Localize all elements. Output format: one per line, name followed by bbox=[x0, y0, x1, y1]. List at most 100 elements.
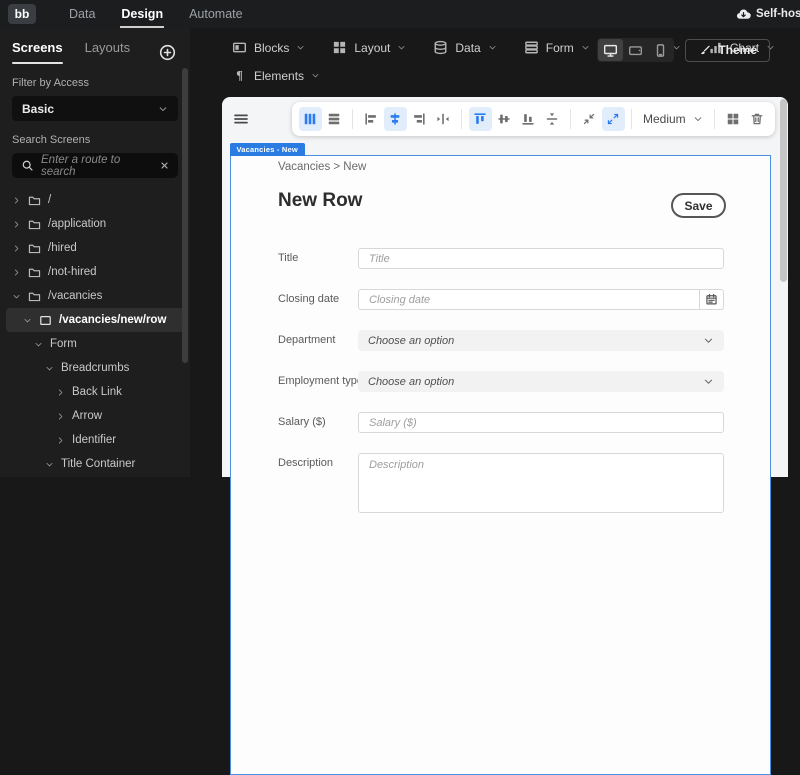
breadcrumb[interactable]: Vacancies > New bbox=[278, 161, 366, 173]
chevron-down-icon[interactable] bbox=[12, 292, 21, 301]
toolbar-align-middle-button[interactable] bbox=[493, 107, 516, 131]
distribute-v-icon bbox=[545, 112, 559, 126]
field-label: Salary ($) bbox=[278, 412, 326, 433]
tree-item-title-container[interactable]: Title Container bbox=[0, 452, 190, 476]
toolbar-align-bottom-button[interactable] bbox=[517, 107, 540, 131]
toolbar-separator bbox=[631, 109, 632, 129]
align-left-icon bbox=[364, 112, 378, 126]
tree-item--not-hired[interactable]: /not-hired bbox=[0, 260, 190, 284]
cloud-download-icon bbox=[736, 7, 751, 22]
chevron-right-icon[interactable] bbox=[12, 196, 21, 205]
menu-form[interactable]: Form bbox=[524, 40, 590, 55]
form-icon bbox=[524, 40, 539, 55]
self-host-button[interactable]: Self-host B bbox=[736, 0, 800, 28]
tree-item-back-link[interactable]: Back Link bbox=[0, 380, 190, 404]
add-screen-button[interactable] bbox=[159, 44, 176, 61]
hamburger-menu-icon[interactable] bbox=[233, 111, 249, 127]
chevron-down-icon bbox=[703, 335, 714, 346]
toolbar-align-center-h-button[interactable] bbox=[384, 107, 407, 131]
screens-sidebar: Screens Layouts Filter by Access Basic S… bbox=[0, 28, 190, 477]
device-mobile-button[interactable] bbox=[648, 39, 673, 61]
sidebar-scrollbar[interactable] bbox=[182, 68, 188, 363]
design-canvas: Medium Vacancies - New Vacancies > New N… bbox=[222, 97, 788, 477]
device-tablet-button[interactable] bbox=[623, 39, 648, 61]
toolbar-separator bbox=[570, 109, 571, 129]
menu-elements[interactable]: ¶Elements bbox=[232, 68, 320, 83]
distribute-h-icon bbox=[436, 112, 450, 126]
top-tab-design[interactable]: Design bbox=[108, 0, 176, 28]
tree-item-arrow[interactable]: Arrow bbox=[0, 404, 190, 428]
toolbar-trash-button[interactable] bbox=[745, 107, 768, 131]
menu-blocks[interactable]: Blocks bbox=[232, 40, 305, 55]
tab-screens[interactable]: Screens bbox=[12, 40, 63, 64]
chevron-right-icon[interactable] bbox=[12, 244, 21, 253]
menu-layout[interactable]: Layout bbox=[332, 40, 406, 55]
chevron-right-icon[interactable] bbox=[56, 388, 65, 397]
tree-item-form[interactable]: Form bbox=[0, 332, 190, 356]
toolbar-align-top-button[interactable] bbox=[469, 107, 492, 131]
page-title: New Row bbox=[278, 190, 362, 212]
tree-item-label: /hired bbox=[48, 242, 77, 254]
toolbar-columns-button[interactable] bbox=[299, 107, 322, 131]
database-icon bbox=[433, 40, 448, 55]
tree-item-label: / bbox=[48, 194, 51, 206]
tree-item-label: /application bbox=[48, 218, 106, 230]
tree-item-breadcrumbs[interactable]: Breadcrumbs bbox=[0, 356, 190, 380]
chevron-right-icon[interactable] bbox=[56, 412, 65, 421]
top-tab-data[interactable]: Data bbox=[56, 0, 108, 28]
tree-item--hired[interactable]: /hired bbox=[0, 236, 190, 260]
toolbar-distribute-v-button[interactable] bbox=[541, 107, 564, 131]
chevron-down-icon[interactable] bbox=[45, 460, 54, 469]
size-value: Medium bbox=[643, 112, 686, 126]
tab-layouts[interactable]: Layouts bbox=[85, 40, 131, 64]
device-desktop-button[interactable] bbox=[598, 39, 623, 61]
access-filter-select[interactable]: Basic bbox=[12, 96, 178, 121]
toolbar-align-left-button[interactable] bbox=[360, 107, 383, 131]
date-input[interactable]: Closing date bbox=[358, 289, 700, 310]
chevron-down-icon[interactable] bbox=[23, 316, 32, 325]
clear-search-icon[interactable] bbox=[160, 161, 169, 170]
align-right-icon bbox=[412, 112, 426, 126]
tree-item--vacancies-new-row[interactable]: /vacancies/new/row bbox=[6, 308, 184, 332]
pilcrow-icon: ¶ bbox=[232, 68, 247, 83]
save-button[interactable]: Save bbox=[671, 193, 726, 218]
toolbar-align-right-button[interactable] bbox=[408, 107, 431, 131]
top-bar: bb DataDesignAutomate Self-host B bbox=[0, 0, 800, 28]
field-label: Employment type bbox=[278, 371, 363, 392]
tree-item--[interactable]: / bbox=[0, 188, 190, 212]
toolbar-rows-button[interactable] bbox=[323, 107, 346, 131]
chevron-down-icon[interactable] bbox=[45, 364, 54, 373]
select-input[interactable]: Choose an option bbox=[358, 330, 724, 351]
component-menu-row2: ¶Elements bbox=[232, 68, 320, 83]
size-dropdown[interactable]: Medium bbox=[638, 112, 708, 126]
textarea-input[interactable]: Description bbox=[358, 453, 724, 513]
chevron-right-icon[interactable] bbox=[56, 436, 65, 445]
text-input[interactable]: Salary ($) bbox=[358, 412, 724, 433]
tree-item--vacancies[interactable]: /vacancies bbox=[0, 284, 190, 308]
chevron-right-icon[interactable] bbox=[12, 220, 21, 229]
align-bottom-icon bbox=[521, 112, 535, 126]
field-control: Closing date bbox=[358, 289, 724, 310]
screen-icon bbox=[39, 314, 52, 327]
calendar-button[interactable] bbox=[700, 289, 724, 310]
tree-item--application[interactable]: /application bbox=[0, 212, 190, 236]
text-input[interactable]: Title bbox=[358, 248, 724, 269]
select-input[interactable]: Choose an option bbox=[358, 371, 724, 392]
toolbar-shrink-button[interactable] bbox=[578, 107, 601, 131]
toolbar-expand-button[interactable] bbox=[602, 107, 625, 131]
align-middle-icon bbox=[497, 112, 511, 126]
toolbar-distribute-h-button[interactable] bbox=[432, 107, 455, 131]
toolbar-grid-squares-button[interactable] bbox=[721, 107, 744, 131]
screen-preview[interactable]: Vacancies - New Vacancies > New New Row … bbox=[230, 155, 771, 775]
tree-item-identifier[interactable]: Identifier bbox=[0, 428, 190, 452]
tree-item-label: Breadcrumbs bbox=[61, 362, 129, 374]
screen-search-input[interactable]: Enter a route to search bbox=[12, 153, 178, 178]
align-center-h-icon bbox=[388, 112, 402, 126]
canvas-scrollbar[interactable] bbox=[780, 99, 787, 282]
chevron-down-icon[interactable] bbox=[34, 340, 43, 349]
chevron-right-icon[interactable] bbox=[12, 268, 21, 277]
top-tab-automate[interactable]: Automate bbox=[176, 0, 256, 28]
theme-button[interactable]: Theme bbox=[685, 39, 770, 62]
budibase-logo[interactable]: bb bbox=[8, 4, 36, 24]
menu-data[interactable]: Data bbox=[433, 40, 496, 55]
